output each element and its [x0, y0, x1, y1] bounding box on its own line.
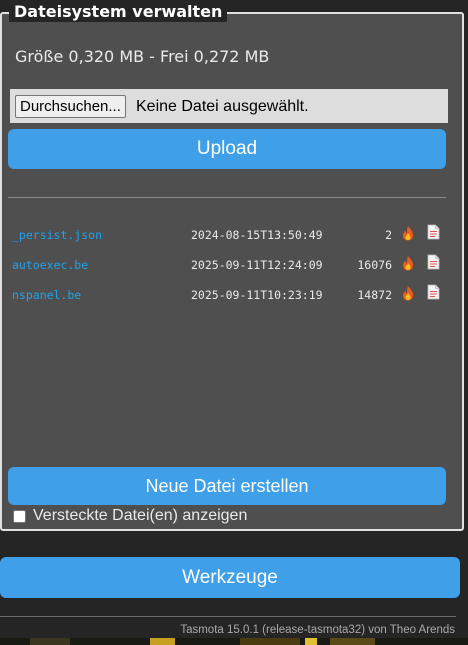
panel-legend: Dateisystem verwalten [9, 2, 228, 22]
upload-button[interactable]: Upload [8, 129, 446, 169]
browse-button[interactable]: Durchsuchen... [15, 95, 126, 118]
new-file-button[interactable]: Neue Datei erstellen [8, 467, 446, 505]
file-size: 2 [385, 228, 392, 242]
fire-icon[interactable] [401, 225, 415, 241]
show-hidden-checkbox[interactable] [13, 510, 26, 523]
fire-icon[interactable] [401, 285, 415, 301]
footer-text: Tasmota 15.0.1 (release-tasmota32) von T… [180, 624, 455, 636]
show-hidden-label: Versteckte Datei(en) anzeigen [33, 507, 248, 524]
file-row: nspanel.be 2025-09-11T10:23:19 14872 [0, 284, 460, 308]
file-size: 16076 [357, 258, 392, 272]
file-picker: Durchsuchen... Keine Datei ausgewählt. [10, 89, 448, 123]
file-row: _persist.json 2024-08-15T13:50:49 2 [0, 224, 460, 248]
file-link[interactable]: _persist.json [12, 228, 102, 242]
file-date: 2025-09-11T12:24:09 [191, 258, 323, 272]
document-icon[interactable] [427, 284, 440, 300]
file-date: 2024-08-15T13:50:49 [191, 228, 323, 242]
divider [8, 197, 446, 198]
tools-button[interactable]: Werkzeuge [0, 557, 460, 598]
size-info: Größe 0,320 MB - Frei 0,272 MB [15, 47, 270, 66]
no-file-label: Keine Datei ausgewählt. [136, 98, 309, 115]
document-icon[interactable] [427, 224, 440, 240]
fire-icon[interactable] [401, 255, 415, 271]
file-link[interactable]: autoexec.be [12, 258, 88, 272]
background-image-strip [0, 638, 468, 645]
document-icon[interactable] [427, 254, 440, 270]
file-link[interactable]: nspanel.be [12, 288, 81, 302]
footer-divider [0, 616, 456, 617]
file-size: 14872 [357, 288, 392, 302]
file-date: 2025-09-11T10:23:19 [191, 288, 323, 302]
file-row: autoexec.be 2025-09-11T12:24:09 16076 [0, 254, 460, 278]
